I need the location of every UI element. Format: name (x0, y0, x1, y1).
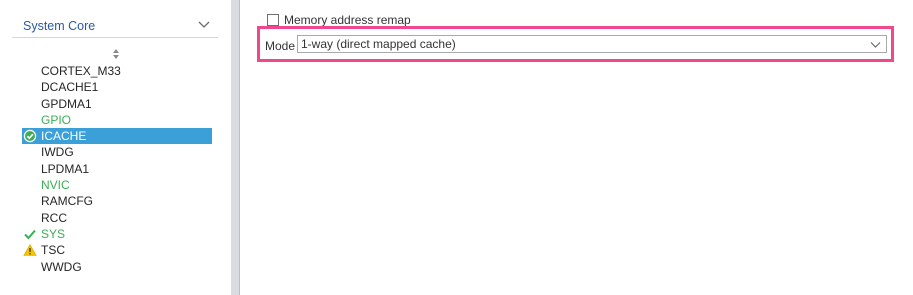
chevron-down-icon[interactable] (870, 39, 881, 50)
tree-item-lpdma1[interactable]: LPDMA1 (22, 161, 212, 177)
tree-item-ramcfg[interactable]: RAMCFG (22, 193, 212, 209)
tree-item-gpdma1[interactable]: GPDMA1 (22, 96, 212, 112)
tree-item-nvic[interactable]: NVIC (22, 177, 212, 193)
tree-item-gpio[interactable]: GPIO (22, 112, 212, 128)
tree-item-icache[interactable]: ICACHE (22, 128, 212, 145)
peripheral-list: CORTEX_M33 DCACHE1 GPDMA1 GPIO ICACHE IW… (22, 63, 212, 275)
tree-item-label: GPDMA1 (41, 96, 92, 111)
memory-remap-checkbox[interactable] (267, 14, 279, 26)
chevron-down-icon[interactable] (198, 18, 210, 30)
left-panel: System Core CORTEX_M33 DCACHE1 GPDMA1 GP… (0, 0, 230, 295)
tree-item-label: WWDG (41, 259, 82, 274)
tree-item-iwdg[interactable]: IWDG (22, 144, 212, 160)
check-circle-icon (23, 129, 38, 143)
tree-item-label: CORTEX_M33 (41, 64, 121, 78)
tree-item-label: NVIC (41, 178, 70, 193)
mode-select[interactable]: 1-way (direct mapped cache) (297, 35, 887, 53)
panel-splitter[interactable] (231, 0, 239, 295)
category-title: System Core (23, 19, 96, 33)
memory-remap-label: Memory address remap (284, 13, 411, 27)
tree-item-label: RAMCFG (41, 194, 93, 209)
checkmark-icon (23, 227, 38, 241)
tree-item-cortex-m33[interactable]: CORTEX_M33 (22, 63, 212, 79)
tree-item-label: TSC (41, 243, 65, 258)
mode-value: 1-way (direct mapped cache) (301, 37, 456, 51)
tree-item-dcache1[interactable]: DCACHE1 (22, 79, 212, 95)
tree-item-wwdg[interactable]: WWDG (22, 259, 212, 275)
sort-icon[interactable] (112, 48, 120, 60)
mode-label: Mode (265, 39, 296, 53)
tree-item-label: LPDMA1 (41, 161, 90, 176)
category-dropdown[interactable]: System Core (12, 13, 218, 38)
tree-item-label: ICACHE (41, 129, 87, 144)
tree-item-rcc[interactable]: RCC (22, 210, 212, 226)
tree-item-sys[interactable]: SYS (22, 226, 212, 242)
mode-highlight-box: Mode 1-way (direct mapped cache) (257, 26, 894, 62)
tree-item-tsc[interactable]: TSC (22, 242, 212, 258)
tree-item-label: DCACHE1 (41, 80, 99, 95)
tree-item-label: SYS (41, 226, 66, 241)
configuration-panel: Memory address remap Mode 1-way (direct … (240, 0, 913, 295)
tree-item-label: RCC (41, 210, 67, 225)
tree-item-label: IWDG (41, 145, 74, 160)
warning-icon (23, 243, 38, 257)
tree-item-label: GPIO (41, 112, 72, 127)
